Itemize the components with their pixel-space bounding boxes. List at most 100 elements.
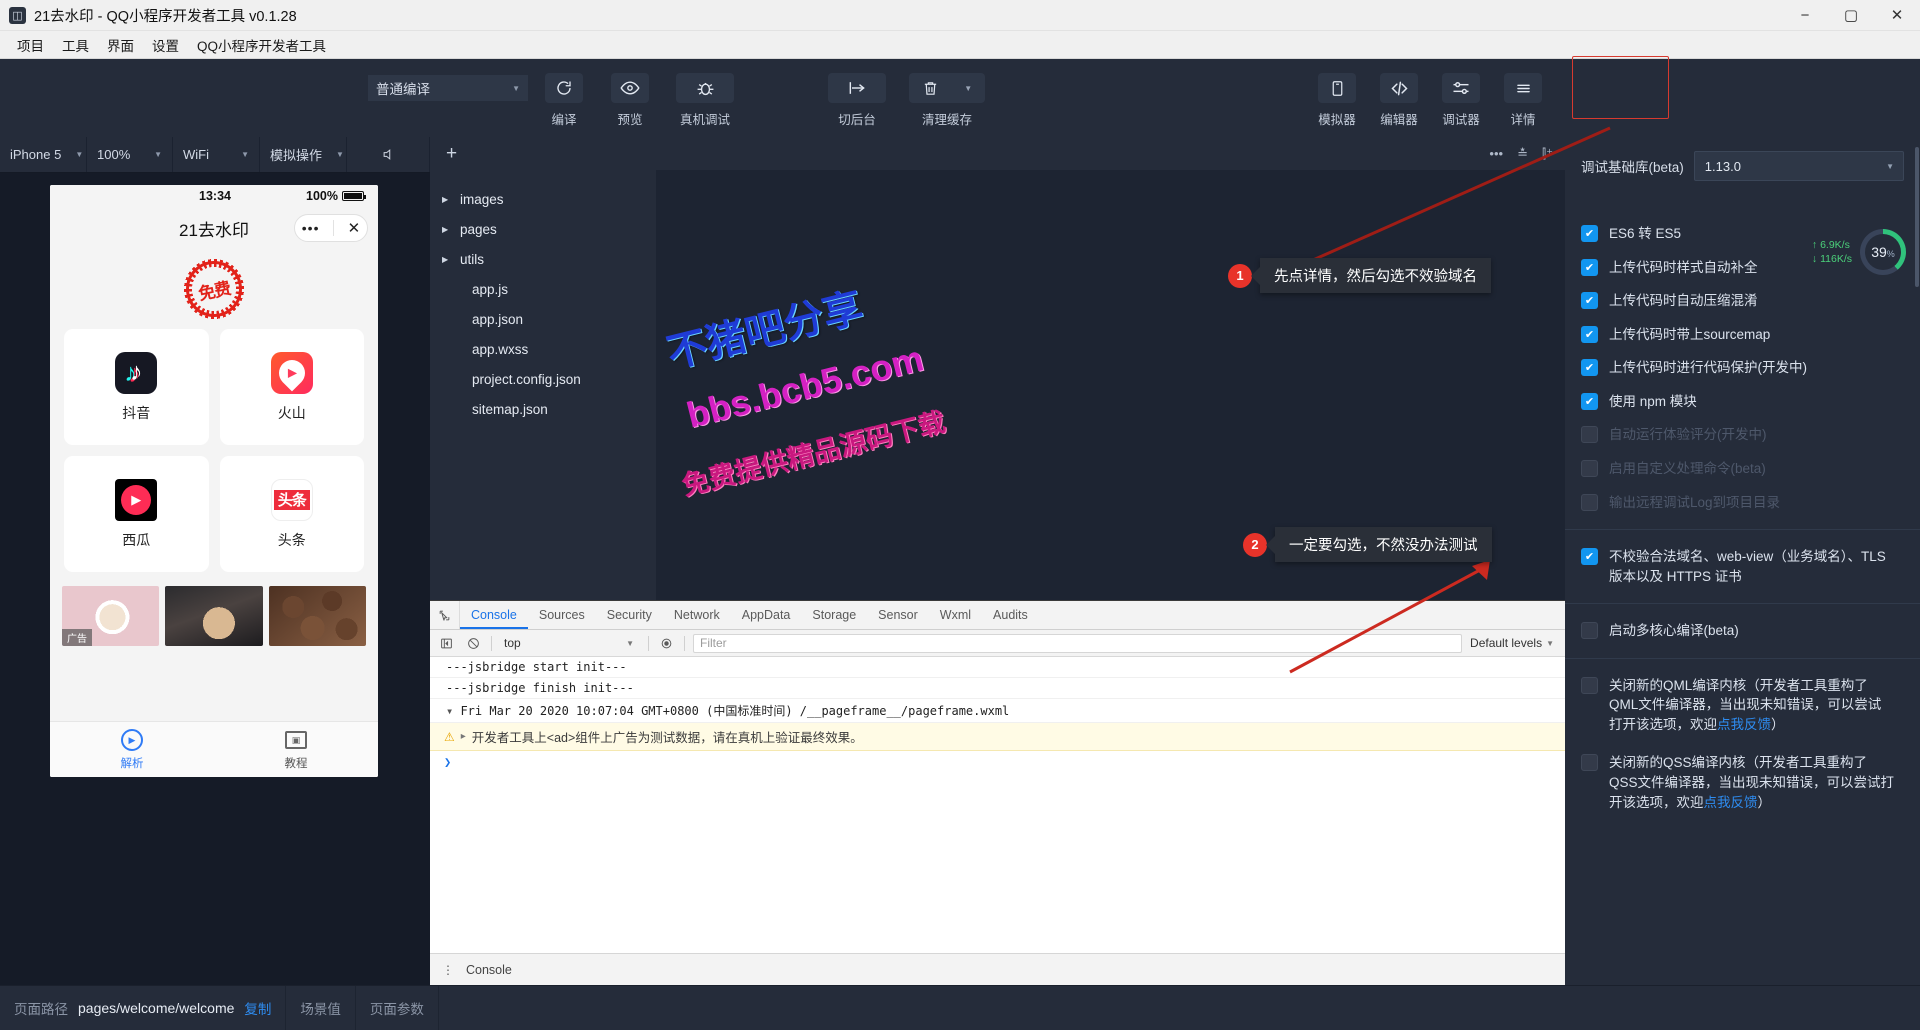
ad-image-2[interactable] [165,586,262,646]
console-filter-input[interactable]: Filter [693,634,1462,653]
devtools-tab-console[interactable]: Console [460,601,528,629]
phone-capsule[interactable]: ••• ✕ [294,214,368,242]
checkbox-checked-icon[interactable]: ✔ [1581,359,1598,376]
preview-button[interactable]: 预览 [608,73,652,128]
compile-mode-select[interactable]: 普通编译 ▼ [368,75,528,101]
option-code-protect[interactable]: ✔ 上传代码时进行代码保护(开发中) [1565,351,1920,385]
clear-cache-control[interactable]: ▼ [909,73,985,103]
simulate-action-select[interactable]: 模拟操作 ▼ [260,137,347,172]
debugger-button[interactable]: 调试器 [1439,73,1483,128]
checkbox-unchecked-icon[interactable] [1581,754,1598,771]
switch-background-button[interactable]: 切后台 [826,73,888,128]
base-library-select[interactable]: 1.13.0 ▼ [1694,151,1904,181]
option-multicore-compile[interactable]: 启动多核心编译(beta) [1565,614,1920,648]
menu-item-tools[interactable]: 工具 [53,31,98,59]
option-sourcemap[interactable]: ✔ 上传代码时带上sourcemap [1565,318,1920,352]
option-auto-minify[interactable]: ✔ 上传代码时自动压缩混淆 [1565,284,1920,318]
tab-parse[interactable]: ▶ 解析 [50,722,214,777]
expand-icon[interactable]: ▸ [461,731,466,742]
console-log-row[interactable]: ▾ Fri Mar 20 2020 10:07:04 GMT+0800 (中国标… [430,699,1565,723]
chevron-down-icon[interactable]: ▼ [964,84,972,93]
compile-button[interactable]: 编译 [542,73,586,128]
close-icon[interactable]: ✕ [348,221,361,236]
file-tree-item-utils[interactable]: ▶ utils [430,244,656,274]
close-button[interactable]: ✕ [1874,0,1920,31]
scrollbar-thumb[interactable] [1915,147,1919,287]
menu-item-devtool[interactable]: QQ小程序开发者工具 [188,31,335,59]
network-select[interactable]: WiFi ▼ [173,137,260,172]
file-tree-item-project-config[interactable]: project.config.json [430,364,656,394]
console-warning-row[interactable]: ⚠ ▸ 开发者工具上<ad>组件上广告为测试数据，请在真机上验证最终效果。 [430,723,1565,751]
devtools-tab-security[interactable]: Security [596,601,663,629]
page-params-cell[interactable]: 页面参数 [356,986,439,1030]
drawer-menu-icon[interactable]: ⋮ [442,963,454,977]
file-tree-item-app-wxss[interactable]: app.wxss [430,334,656,364]
zoom-select[interactable]: 100% ▼ [87,137,173,172]
app-card-xigua[interactable]: ▶ 西瓜 [64,456,209,572]
capsule-buttons[interactable]: ••• ✕ [294,214,368,242]
minimize-button[interactable]: − [1782,0,1828,31]
more-icon[interactable]: ••• [302,220,320,236]
clear-cache-button[interactable]: ▼ 清理缓存 [916,73,978,128]
sidebar-icon[interactable] [437,634,456,653]
checkbox-checked-icon[interactable]: ✔ [1581,393,1598,410]
checkbox-checked-icon[interactable]: ✔ [1581,259,1598,276]
devtools-tab-network[interactable]: Network [663,601,731,629]
simulator-button[interactable]: 模拟器 [1315,73,1359,128]
details-button[interactable]: 详情 [1501,73,1545,128]
checkbox-checked-icon[interactable]: ✔ [1581,292,1598,309]
file-tree-item-pages[interactable]: ▶ pages [430,214,656,244]
devtools-tab-wxml[interactable]: Wxml [929,601,982,629]
option-disable-qml-kernel[interactable]: 关闭新的QML编译内核（开发者工具重构了QML文件编译器，当出现未知错误，可以尝… [1565,669,1920,742]
ad-image-1[interactable]: 广告 [62,586,159,646]
file-tree-item-images[interactable]: ▶ images [430,184,656,214]
scene-value-cell[interactable]: 场景值 [286,986,356,1030]
option-skip-domain-check[interactable]: ✔ 不校验合法域名、web-view（业务域名）、TLS 版本以及 HTTPS … [1565,540,1920,593]
real-device-debug-button[interactable]: 真机调试 [674,73,736,128]
copy-button[interactable]: 复制 [244,998,271,1018]
console-context-select[interactable]: top ▼ [500,636,640,650]
chevron-right-icon[interactable]: ▶ [442,195,460,204]
console-levels-select[interactable]: Default levels ▼ [1470,636,1558,650]
split-vertical-icon[interactable]: ⫿⁺ [1542,146,1553,162]
devtools-tab-audits[interactable]: Audits [982,601,1039,629]
more-icon[interactable]: ••• [1489,146,1503,161]
devtools-tab-sources[interactable]: Sources [528,601,596,629]
menu-item-project[interactable]: 项目 [8,31,53,59]
details-scrollbar[interactable] [1915,137,1920,985]
file-tree-item-app-json[interactable]: app.json [430,304,656,334]
app-card-douyin[interactable]: ♪♪♪ 抖音 [64,329,209,445]
option-use-npm[interactable]: ✔ 使用 npm 模块 [1565,385,1920,419]
feedback-link[interactable]: 点我反馈 [1704,795,1758,810]
checkbox-checked-icon[interactable]: ✔ [1581,225,1598,242]
app-card-toutiao[interactable]: 头条 头条 [220,456,365,572]
chevron-right-icon[interactable]: ▶ [442,225,460,234]
devtools-tab-sensor[interactable]: Sensor [867,601,929,629]
maximize-button[interactable]: ▢ [1828,0,1874,31]
checkbox-unchecked-icon[interactable] [1581,622,1598,639]
checkbox-unchecked-icon[interactable] [1581,677,1598,694]
feedback-link[interactable]: 点我反馈 [1717,717,1771,732]
tab-tutorial[interactable]: ▣ 教程 [214,722,378,777]
checkbox-checked-icon[interactable]: ✔ [1581,326,1598,343]
app-card-huoshan[interactable]: ▶ 火山 [220,329,365,445]
menu-item-ui[interactable]: 界面 [98,31,143,59]
ad-image-3[interactable] [269,586,366,646]
split-horizontal-icon[interactable]: ≛ [1517,146,1528,162]
menu-item-settings[interactable]: 设置 [143,31,188,59]
phone-simulator[interactable]: 13:34 100% 21去水印 ••• ✕ [50,185,378,777]
mute-button[interactable] [347,137,430,172]
ad-banner[interactable]: 广告 [50,572,378,646]
file-tree-item-app-js[interactable]: app.js [430,274,656,304]
option-disable-qss-kernel[interactable]: 关闭新的QSS编译内核（开发者工具重构了QSS文件编译器，当出现未知错误，可以尝… [1565,741,1920,819]
drawer-tab-console[interactable]: Console [466,963,512,977]
clear-icon[interactable] [464,634,483,653]
checkbox-checked-icon[interactable]: ✔ [1581,548,1598,565]
console-prompt[interactable]: ❯ [430,751,1565,773]
inspect-icon[interactable] [430,601,460,629]
chevron-right-icon[interactable]: ▶ [442,255,460,264]
file-tree-item-sitemap[interactable]: sitemap.json [430,394,656,424]
devtools-tab-storage[interactable]: Storage [801,601,867,629]
device-select[interactable]: iPhone 5 ▼ [0,137,87,172]
devtools-tab-appdata[interactable]: AppData [731,601,802,629]
